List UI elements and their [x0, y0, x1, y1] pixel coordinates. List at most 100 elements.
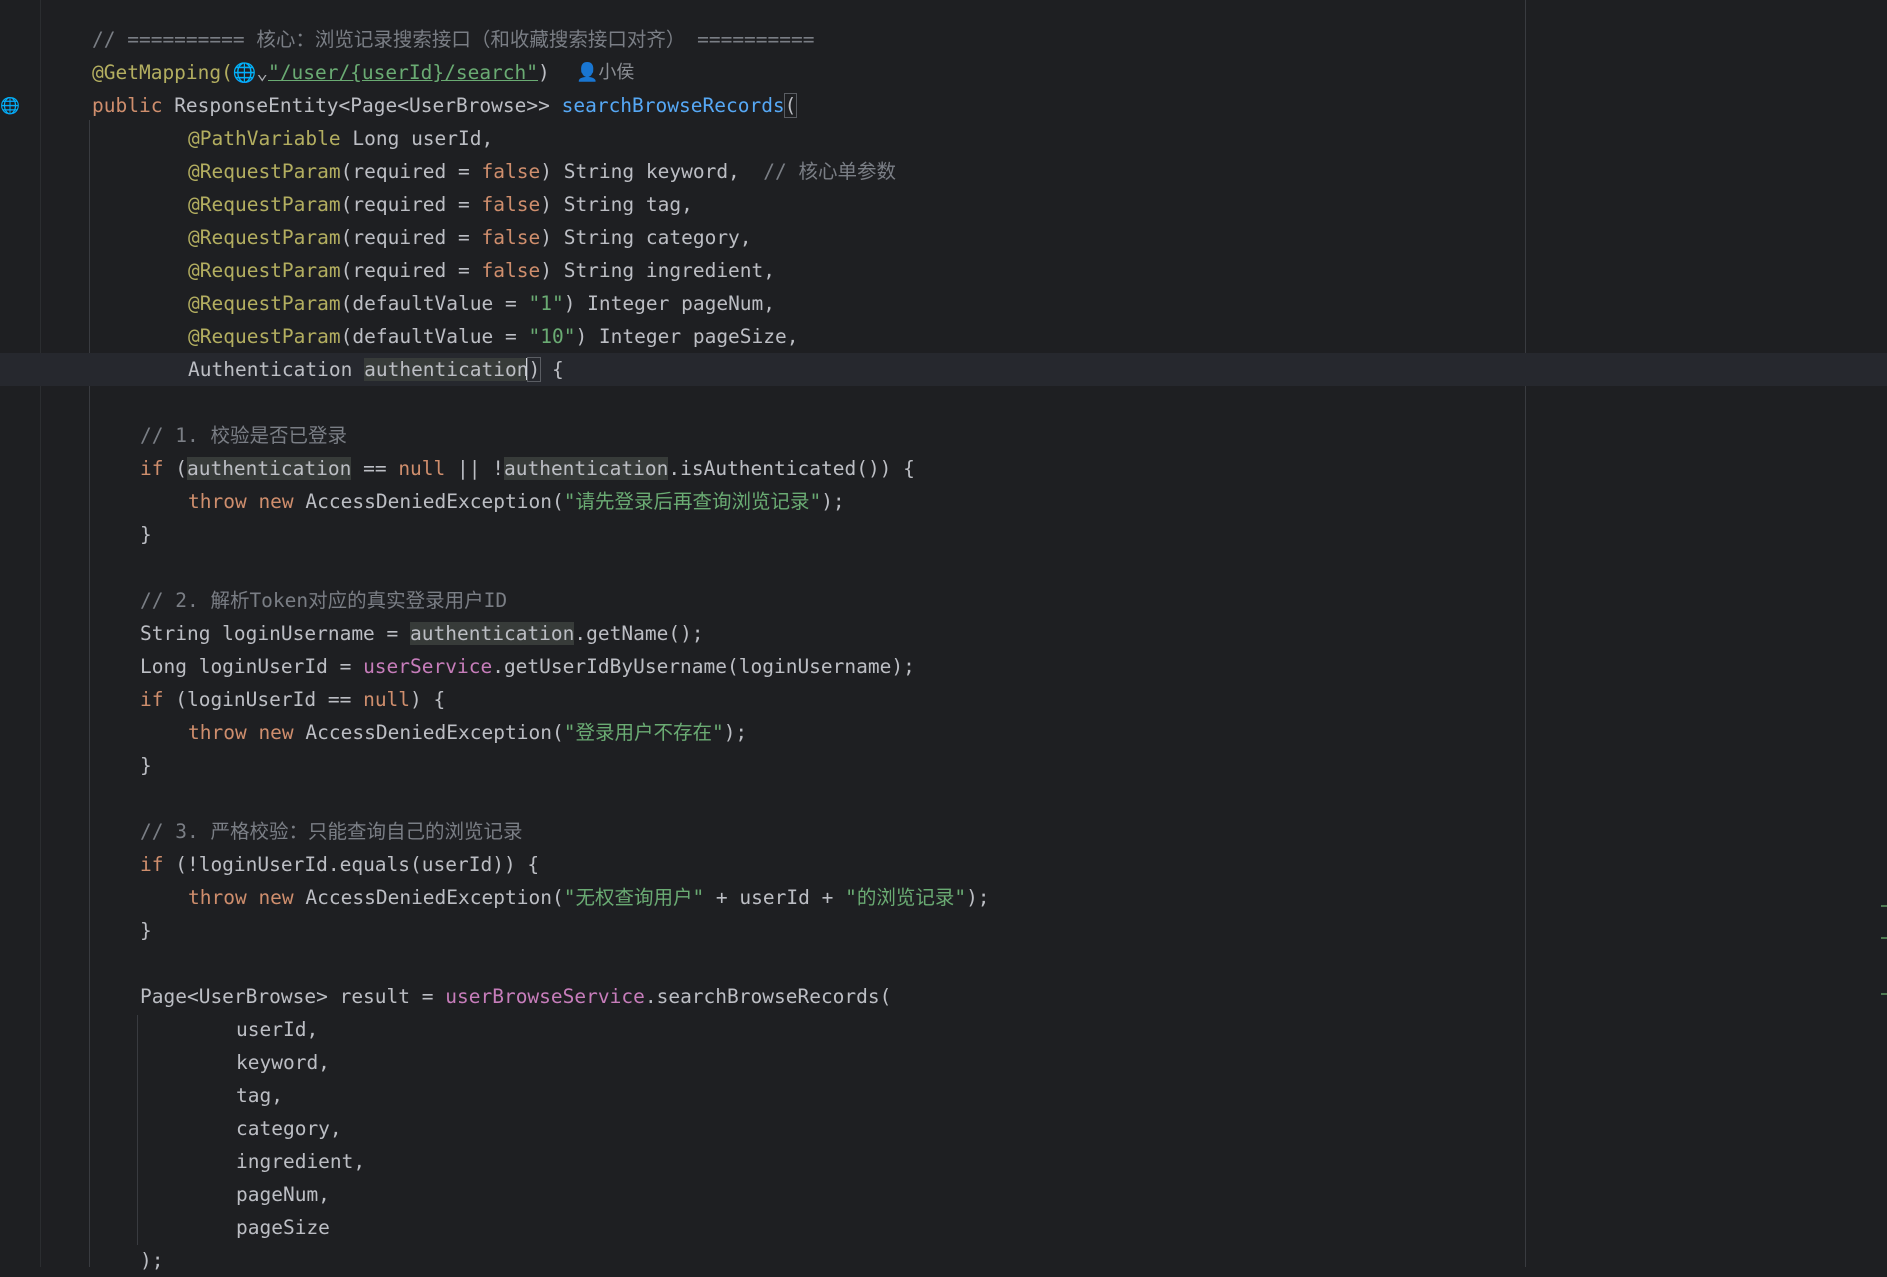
code-text: (loginUserId == — [163, 688, 364, 711]
field-reference: userBrowseService — [445, 985, 645, 1008]
code-line[interactable]: @GetMapping(🌐⌄"/user/{userId}/search") 👤… — [41, 56, 1887, 89]
code-line[interactable]: @RequestParam(required = false) String i… — [41, 254, 1887, 287]
throw-line: throw new AccessDeniedException("登录用户不存在… — [188, 716, 747, 749]
close-brace: } — [140, 919, 152, 942]
statement-line: String loginUsername = authentication.ge… — [140, 617, 704, 650]
scrollbar-change-marker[interactable] — [1881, 937, 1887, 939]
param-text: (required = — [340, 226, 482, 249]
if-line: if (authentication == null || !authentic… — [140, 452, 915, 485]
code-line[interactable]: @RequestParam(required = false) String k… — [41, 155, 1887, 188]
code-line[interactable]: throw new AccessDeniedException("请先登录后再查… — [41, 485, 1887, 518]
keyword-throw-new: throw new — [188, 490, 294, 513]
author-name: 小侯 — [598, 62, 635, 83]
param-name-highlight: authentication — [364, 358, 529, 381]
code-line[interactable]: // 3. 严格校验：只能查询自己的浏览记录 — [41, 815, 1887, 848]
open-brace: { — [540, 358, 564, 381]
method-name: searchBrowseRecords — [561, 94, 785, 117]
code-line[interactable]: throw new AccessDeniedException("登录用户不存在… — [41, 716, 1887, 749]
code-line[interactable]: // 2. 解析Token对应的真实登录用户ID — [41, 584, 1887, 617]
code-line[interactable]: public ResponseEntity<Page<UserBrowse>> … — [41, 89, 1887, 122]
param-text: ) Integer pageNum, — [563, 292, 776, 315]
mapping-url[interactable]: "/user/{userId}/search" — [268, 61, 538, 84]
code-line[interactable]: @RequestParam(defaultValue = "10") Integ… — [41, 320, 1887, 353]
code-line[interactable]: userId, — [41, 1013, 1887, 1046]
param-text: (defaultValue = — [340, 292, 529, 315]
code-text: ( — [163, 457, 187, 480]
code-line[interactable]: tag, — [41, 1079, 1887, 1112]
code-line[interactable]: if (!loginUserId.equals(userId)) { — [41, 848, 1887, 881]
comment-step-1: // 1. 校验是否已登录 — [140, 424, 347, 447]
close-brace: } — [140, 754, 152, 777]
param-text: ) String category, — [540, 226, 752, 249]
if-line: if (loginUserId == null) { — [140, 683, 445, 716]
code-line[interactable]: category, — [41, 1112, 1887, 1145]
string-literal: "的浏览记录" — [845, 886, 967, 909]
usage-highlight: authentication — [410, 622, 575, 645]
code-line[interactable]: keyword, — [41, 1046, 1887, 1079]
code-line[interactable]: throw new AccessDeniedException("无权查询用户"… — [41, 881, 1887, 914]
keyword-if: if — [140, 688, 164, 711]
keyword-throw-new: throw new — [188, 886, 294, 909]
code-line[interactable]: ); — [41, 1244, 1887, 1277]
param-line: @RequestParam(required = false) String i… — [188, 254, 775, 287]
line-gutter[interactable]: 🌐 — [0, 0, 41, 1267]
argument: ingredient, — [236, 1150, 366, 1173]
code-editor[interactable]: // ========== 核心：浏览记录搜索接口（和收藏搜索接口对齐） ===… — [0, 0, 1887, 1272]
keyword-false: false — [481, 193, 541, 216]
scrollbar-change-marker[interactable] — [1881, 993, 1887, 995]
string-literal: "登录用户不存在" — [563, 721, 724, 744]
statement-line: Long loginUserId = userService.getUserId… — [140, 650, 915, 683]
param-text: (required = — [340, 193, 482, 216]
code-line[interactable]: if (loginUserId == null) { — [41, 683, 1887, 716]
return-type: ResponseEntity<Page<UserBrowse>> — [174, 94, 562, 117]
user-icon: 👤 — [576, 62, 599, 83]
code-line[interactable]: Page<UserBrowse> result = userBrowseServ… — [41, 980, 1887, 1013]
comment-step-2: // 2. 解析Token对应的真实登录用户ID — [140, 589, 508, 612]
param-type: Authentication — [188, 358, 365, 381]
keyword-false: false — [481, 259, 541, 282]
request-param-annotation: @RequestParam — [188, 292, 341, 315]
scrollbar-change-marker[interactable] — [1881, 905, 1887, 907]
method-signature: public ResponseEntity<Page<UserBrowse>> … — [92, 89, 798, 122]
code-line[interactable]: @RequestParam(required = false) String c… — [41, 221, 1887, 254]
code-line[interactable]: } — [41, 518, 1887, 551]
usage-highlight: authentication — [503, 457, 669, 480]
mapping-close: ) — [538, 61, 550, 84]
code-text: Long loginUserId = — [140, 655, 364, 678]
globe-icon[interactable]: 🌐⌄ — [233, 62, 268, 84]
code-line[interactable]: @RequestParam(required = false) String t… — [41, 188, 1887, 221]
argument: userId, — [236, 1018, 319, 1041]
param-line: @RequestParam(required = false) String k… — [188, 155, 896, 188]
code-line[interactable]: String loginUsername = authentication.ge… — [41, 617, 1887, 650]
param-text: ) String ingredient, — [540, 259, 776, 282]
author-hint[interactable]: 👤小侯 — [576, 56, 634, 89]
code-line[interactable]: ingredient, — [41, 1145, 1887, 1178]
open-paren: ( — [783, 93, 798, 118]
inline-comment: // 核心单参数 — [763, 160, 897, 183]
code-line[interactable]: // 1. 校验是否已登录 — [41, 419, 1887, 452]
keyword-public: public — [92, 94, 175, 117]
code-line[interactable]: // ========== 核心：浏览记录搜索接口（和收藏搜索接口对齐） ===… — [41, 23, 1887, 56]
code-text: .getUserIdByUsername(loginUsername); — [492, 655, 915, 678]
current-code-line[interactable]: Authentication authentication) { — [0, 353, 1887, 386]
code-line[interactable]: pageNum, — [41, 1178, 1887, 1211]
code-line[interactable]: @RequestParam(defaultValue = "1") Intege… — [41, 287, 1887, 320]
code-text: ); — [723, 721, 748, 744]
code-line[interactable]: pageSize — [41, 1211, 1887, 1244]
keyword-false: false — [481, 160, 541, 183]
code-text: .searchBrowseRecords( — [644, 985, 892, 1008]
code-line[interactable]: } — [41, 749, 1887, 782]
param-line: @PathVariable Long userId, — [188, 122, 493, 155]
code-text: + userId + — [704, 886, 846, 909]
code-line[interactable]: @PathVariable Long userId, — [41, 122, 1887, 155]
argument: tag, — [236, 1084, 283, 1107]
code-line[interactable]: } — [41, 914, 1887, 947]
param-text: (required = — [340, 259, 482, 282]
endpoint-gutter-icon[interactable]: 🌐 — [0, 96, 20, 115]
path-variable-annotation: @PathVariable — [188, 127, 341, 150]
code-line[interactable]: Long loginUserId = userService.getUserId… — [41, 650, 1887, 683]
close-brace: } — [140, 523, 152, 546]
request-param-annotation: @RequestParam — [188, 160, 341, 183]
code-line[interactable]: if (authentication == null || !authentic… — [41, 452, 1887, 485]
code-text: ); — [821, 490, 845, 513]
